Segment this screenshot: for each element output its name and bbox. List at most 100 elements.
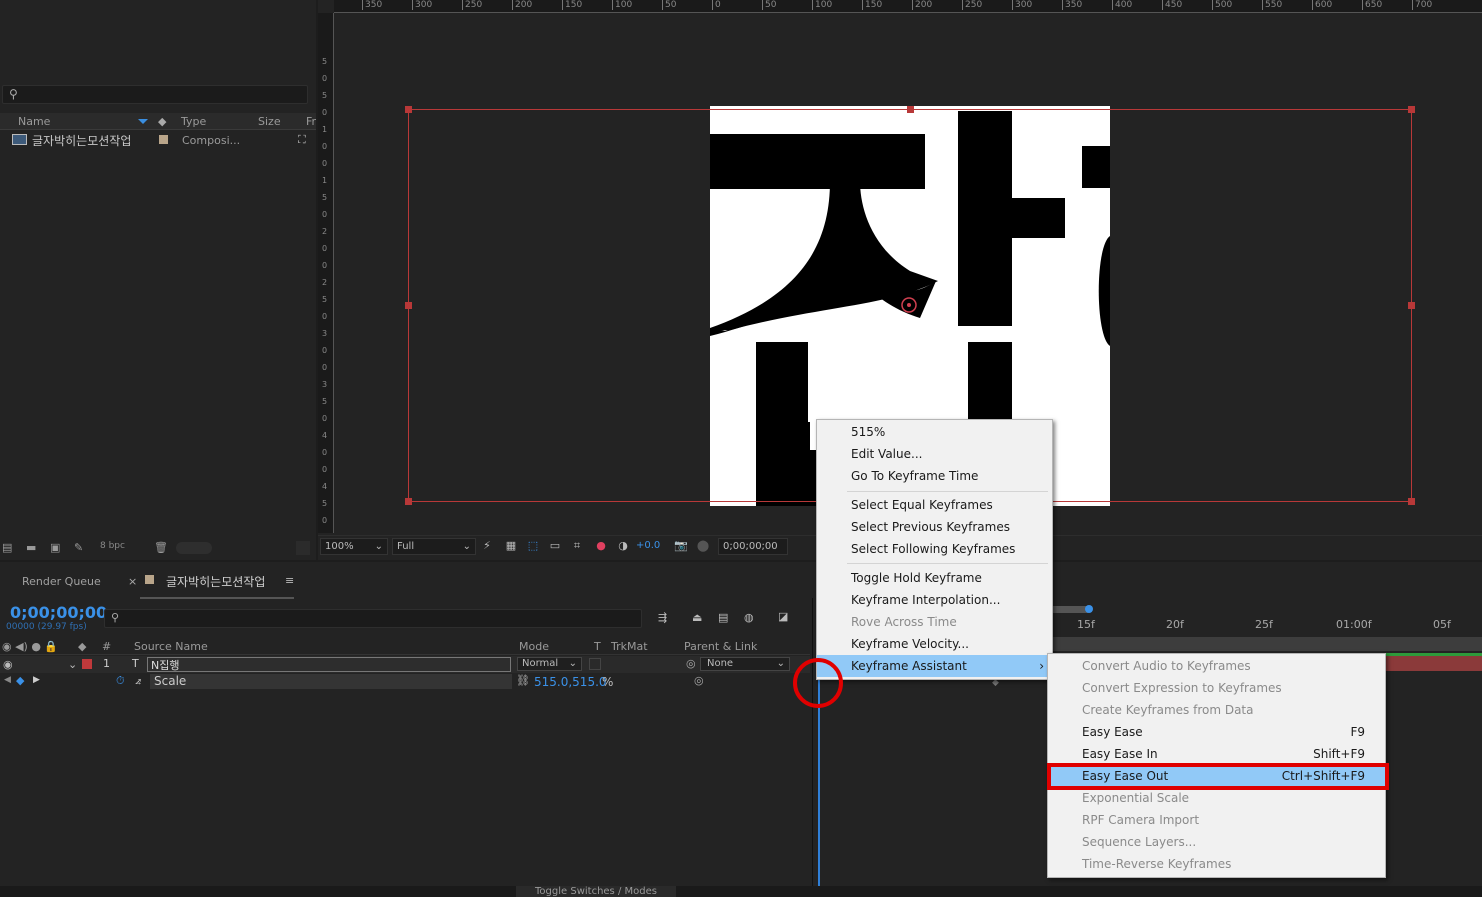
menu-item-easy-ease-in[interactable]: Easy Ease In Shift+F9 — [1048, 743, 1385, 765]
menu-item-value[interactable]: 515% — [817, 421, 1052, 443]
prev-keyframe-icon[interactable]: ◀ — [4, 675, 11, 685]
layer-name-field[interactable]: N집행 — [147, 657, 511, 672]
grid-guides-icon[interactable]: ⌗ — [570, 539, 584, 553]
layer-duration-bar[interactable] — [1385, 656, 1482, 671]
menu-item-time-reverse-keyframes[interactable]: Time-Reverse Keyframes — [1048, 853, 1385, 875]
col-size[interactable]: Size — [258, 115, 281, 128]
label-tag-icon[interactable]: ◆ — [158, 115, 166, 128]
trash-icon[interactable]: 🗑 — [154, 541, 168, 554]
menu-item-keyframe-velocity[interactable]: Keyframe Velocity... — [817, 633, 1052, 655]
sort-arrow-icon — [138, 119, 148, 124]
bbox-handle-bl[interactable] — [405, 498, 412, 505]
timeline-search-input[interactable]: ⚲ — [104, 609, 642, 628]
bbox-handle-tc[interactable] — [907, 106, 914, 113]
region-of-interest-icon[interactable]: ▭ — [548, 539, 562, 553]
new-composition-icon[interactable]: ▣ — [50, 541, 64, 554]
menu-item-edit-value[interactable]: Edit Value... — [817, 443, 1052, 465]
bbox-handle-ml[interactable] — [405, 302, 412, 309]
menu-item-toggle-hold-keyframe[interactable]: Toggle Hold Keyframe — [817, 567, 1052, 589]
col-name[interactable]: Name — [18, 115, 50, 128]
col-type[interactable]: Type — [181, 115, 206, 128]
transparency-grid-icon[interactable]: ▦ — [504, 539, 518, 553]
channels-icon[interactable]: ● — [594, 539, 608, 553]
menu-item-convert-expression[interactable]: Convert Expression to Keyframes — [1048, 677, 1385, 699]
chevron-down-icon[interactable]: ⌄ — [68, 658, 77, 671]
tab-composition[interactable]: 글자박히는모션작업 — [166, 573, 265, 590]
show-snapshot-icon[interactable]: ⬤ — [696, 539, 710, 553]
label-color-swatch[interactable] — [159, 135, 168, 144]
motion-blur-icon[interactable]: ◪ — [778, 610, 788, 623]
project-item-name: 글자박히는모션작업 — [32, 134, 132, 148]
menu-item-exponential-scale[interactable]: Exponential Scale — [1048, 787, 1385, 809]
snapshot-icon[interactable]: 📷 — [674, 539, 688, 553]
menu-item-rove-across-time[interactable]: Rove Across Time — [817, 611, 1052, 633]
menu-item-easy-ease[interactable]: Easy Ease F9 — [1048, 721, 1385, 743]
bbox-handle-tl[interactable] — [405, 106, 412, 113]
work-area-end-handle[interactable] — [1085, 605, 1093, 613]
menu-item-convert-audio[interactable]: Convert Audio to Keyframes — [1048, 655, 1385, 677]
constrain-proportions-icon[interactable]: ⛓ — [516, 674, 530, 687]
panel-resize-icon[interactable] — [296, 541, 310, 555]
menu-item-select-following-keyframes[interactable]: Select Following Keyframes — [817, 538, 1052, 560]
draft-3d-icon[interactable]: ⏏ — [692, 611, 702, 624]
menu-item-keyframe-assistant[interactable]: Keyframe Assistant › — [817, 655, 1052, 677]
parent-select[interactable]: None ⌄ — [700, 657, 790, 671]
flowchart-icon[interactable]: ⛶ — [298, 133, 306, 147]
new-folder-icon[interactable]: ▬ — [26, 541, 40, 554]
col-num: # — [102, 640, 112, 653]
graph-icon[interactable]: ⦨ — [135, 674, 141, 688]
property-name-field[interactable]: Scale — [150, 674, 512, 689]
text-layer-icon: T — [132, 657, 139, 670]
ruler-tick-label: 0 — [322, 346, 328, 355]
project-search-input[interactable]: ⚲ — [2, 85, 308, 104]
ruler-tick-label: 350 — [362, 0, 382, 10]
eye-icon[interactable]: ◉ — [3, 658, 13, 671]
menu-item-sequence-layers[interactable]: Sequence Layers... — [1048, 831, 1385, 853]
composition-mini-flowchart-icon[interactable]: ⇶ — [658, 611, 667, 624]
work-area-range[interactable] — [1050, 606, 1088, 613]
resolution-select[interactable]: Full ⌄ — [392, 538, 476, 555]
exposure-value[interactable]: +0.0 — [636, 540, 660, 551]
bbox-handle-br[interactable] — [1408, 498, 1415, 505]
toggle-switches-modes[interactable]: Toggle Switches / Modes — [516, 886, 676, 897]
thumbnail-slider[interactable] — [176, 542, 212, 554]
tab-menu-icon[interactable]: ≡ — [285, 574, 294, 587]
viewer-timecode[interactable]: 0;00;00;00 — [718, 538, 788, 555]
preserve-transparency-toggle[interactable] — [589, 658, 601, 670]
tab-close-icon[interactable]: × — [128, 575, 137, 588]
menu-item-keyframe-interpolation[interactable]: Keyframe Interpolation... — [817, 589, 1052, 611]
hide-shy-layers-icon[interactable]: ▤ — [718, 611, 728, 624]
stopwatch-icon[interactable]: ⏱ — [116, 674, 125, 688]
menu-item-go-to-keyframe-time[interactable]: Go To Keyframe Time — [817, 465, 1052, 487]
col-source-name[interactable]: Source Name — [134, 640, 208, 653]
frame-blending-icon[interactable]: ◍ — [744, 611, 754, 624]
tab-render-queue[interactable]: Render Queue — [22, 575, 101, 588]
bbox-handle-tr[interactable] — [1408, 106, 1415, 113]
next-keyframe-icon[interactable]: ▶ — [33, 675, 40, 685]
fast-preview-icon[interactable]: ⚡ — [480, 539, 494, 553]
menu-item-select-previous-keyframes[interactable]: Select Previous Keyframes — [817, 516, 1052, 538]
blend-mode-select[interactable]: Normal ⌄ — [517, 657, 582, 671]
pickwhip-icon[interactable]: ◎ — [694, 674, 704, 687]
ruler-tick-label: 2 — [322, 278, 328, 287]
add-keyframe-icon[interactable]: ◆ — [16, 674, 24, 687]
ruler-tick-label: 100 — [812, 0, 832, 10]
zoom-select[interactable]: 100% ⌄ — [320, 538, 388, 555]
interpret-footage-icon[interactable]: ▤ — [2, 541, 16, 554]
project-item-type: Composi... — [182, 134, 241, 147]
mask-visibility-icon[interactable]: ⬚ — [526, 539, 540, 553]
bit-depth-toggle[interactable]: 8 bpc — [100, 541, 125, 551]
reset-exposure-icon[interactable]: ◑ — [616, 539, 630, 553]
layer-label-swatch[interactable] — [82, 659, 92, 669]
col-fr[interactable]: Fr — [306, 115, 316, 128]
bbox-handle-mr[interactable] — [1408, 302, 1415, 309]
menu-item-select-equal-keyframes[interactable]: Select Equal Keyframes — [817, 494, 1052, 516]
project-item-row[interactable]: 글자박히는모션작업 Composi... ⛶ — [0, 131, 316, 149]
pickwhip-icon[interactable]: ◎ — [686, 657, 696, 670]
timeline-timecode[interactable]: 0;00;00;00 — [10, 603, 107, 622]
resolution-value: Full — [397, 541, 415, 552]
menu-item-create-keyframes-from-data[interactable]: Create Keyframes from Data — [1048, 699, 1385, 721]
adjust-icon[interactable]: ✎ — [74, 541, 88, 554]
scale-value[interactable]: 515.0,515.0 — [534, 675, 607, 689]
menu-item-rpf-camera-import[interactable]: RPF Camera Import — [1048, 809, 1385, 831]
